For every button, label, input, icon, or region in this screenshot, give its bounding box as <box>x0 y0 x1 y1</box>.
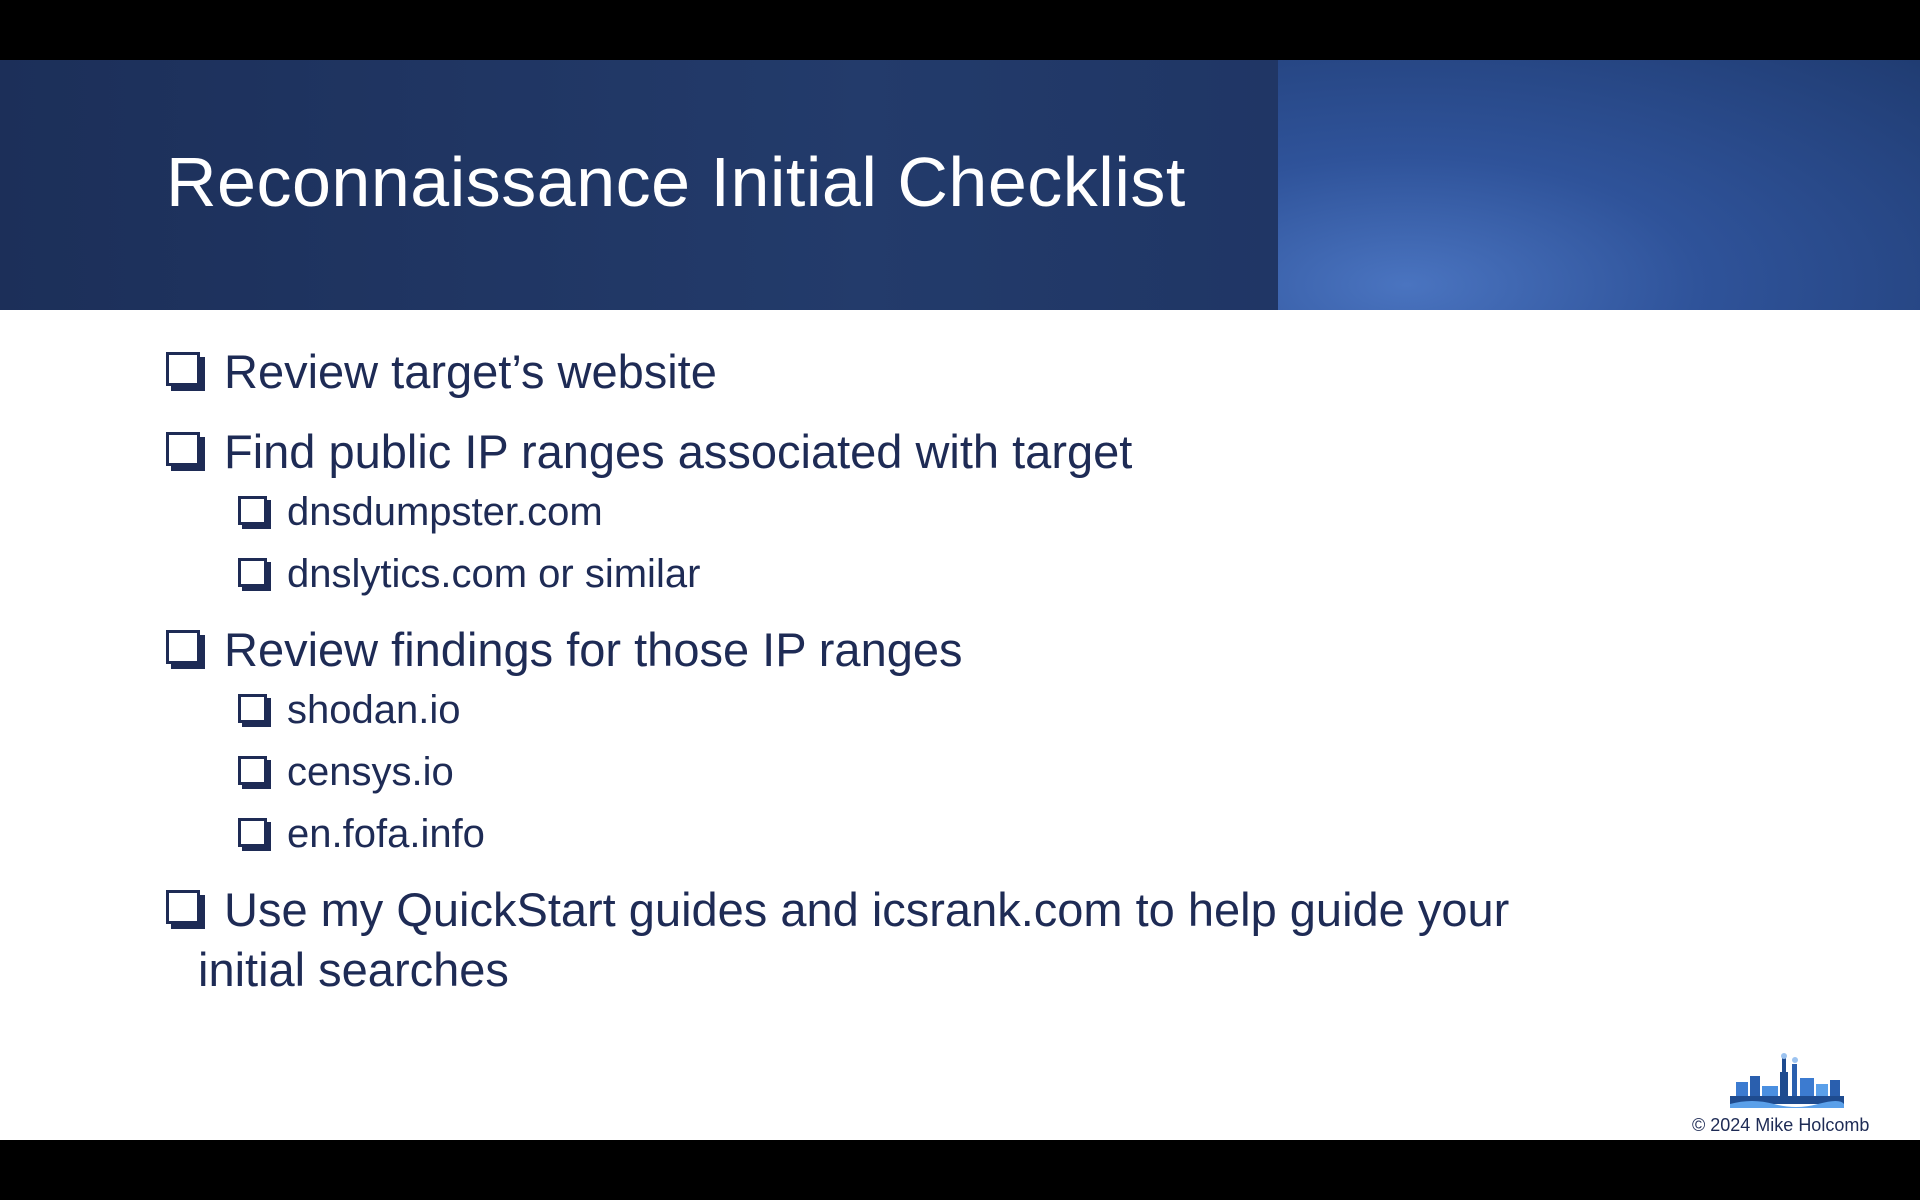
checkbox-icon <box>166 890 200 924</box>
checklist-subitem: en.fofa.info <box>238 808 1726 860</box>
checklist-item: Review findings for those IP ranges <box>166 620 1726 680</box>
checklist-item-label: Find public IP ranges associated with ta… <box>224 425 1133 478</box>
letterbox-top <box>0 0 1920 60</box>
checkbox-icon <box>238 694 267 723</box>
checklist-item-label: Use my QuickStart guides and icsrank.com… <box>198 880 1510 1000</box>
checkbox-icon <box>238 818 267 847</box>
checkbox-icon <box>238 496 267 525</box>
checklist-subitem-label: en.fofa.info <box>287 812 485 856</box>
checklist-subitem: censys.io <box>238 746 1726 798</box>
checklist-item-label-line2: initial searches <box>198 943 509 996</box>
title-band-accent <box>1278 60 1920 310</box>
checklist-item-label: Review findings for those IP ranges <box>224 623 963 676</box>
factory-skyline-logo <box>1730 1053 1844 1108</box>
checklist-item-label-line1: Use my QuickStart guides and icsrank.com… <box>224 883 1510 936</box>
checklist-subitem-label: censys.io <box>287 750 454 794</box>
checklist-item-label: Review target’s website <box>224 345 717 398</box>
checkbox-icon <box>166 352 200 386</box>
checklist-subitem: dnsdumpster.com <box>238 486 1726 538</box>
checklist-subitem-label: dnslytics.com or similar <box>287 552 701 596</box>
checkbox-icon <box>238 756 267 785</box>
presentation-slide: Reconnaissance Initial Checklist Review … <box>0 60 1920 1140</box>
checklist-subitem-label: dnsdumpster.com <box>287 490 603 534</box>
checklist-item: Review target’s website <box>166 342 1726 402</box>
checklist-subitem: shodan.io <box>238 684 1726 736</box>
copyright-notice: © 2024 Mike Holcomb <box>1692 1115 1870 1135</box>
checklist-item: Find public IP ranges associated with ta… <box>166 422 1726 482</box>
checklist-subitem: dnslytics.com or similar <box>238 548 1726 600</box>
checklist-item: Use my QuickStart guides and icsrank.com… <box>166 880 1726 1000</box>
slide-title: Reconnaissance Initial Checklist <box>166 143 1186 221</box>
checklist: Review target’s website Find public IP r… <box>166 342 1726 1000</box>
checklist-subitem-label: shodan.io <box>287 688 461 732</box>
checkbox-icon <box>166 432 200 466</box>
checkbox-icon <box>238 558 267 587</box>
checkbox-icon <box>166 630 200 664</box>
letterbox-bottom <box>0 1140 1920 1200</box>
